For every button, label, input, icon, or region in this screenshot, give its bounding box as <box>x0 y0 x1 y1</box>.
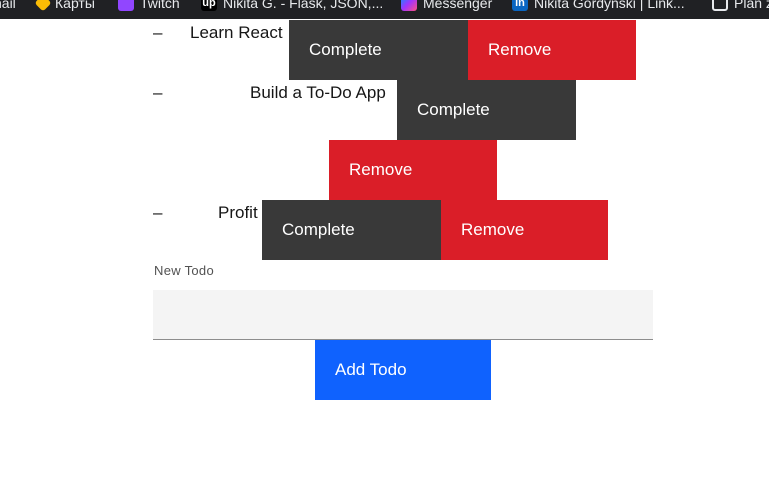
add-todo-button[interactable]: Add Todo <box>315 340 491 400</box>
bookmark-messenger[interactable]: Messenger <box>401 0 492 11</box>
todo-text: Learn React <box>190 23 283 42</box>
remove-button[interactable]: Remove <box>468 20 636 80</box>
bookmark-label: Nikita Gordynski | Link... <box>534 0 685 11</box>
bookmark-label: Nikita G. - Flask, JSON,... <box>223 0 384 11</box>
remove-button[interactable]: Remove <box>329 140 497 200</box>
bookmark-label: Карты <box>55 0 95 11</box>
bookmark-gmail[interactable]: nail <box>0 0 16 11</box>
upwork-icon: up <box>201 0 217 11</box>
complete-button[interactable]: Complete <box>262 200 441 260</box>
bookmark-label: nail <box>0 0 16 11</box>
bookmark-twitch[interactable]: Twitch <box>118 0 180 11</box>
complete-button[interactable]: Complete <box>397 80 576 140</box>
bookmark-label: Plan z <box>734 0 769 11</box>
todo-text: Build a To-Do App <box>250 83 386 102</box>
list-bullet: – <box>153 23 163 42</box>
list-bullet: – <box>153 83 163 102</box>
twitch-icon <box>118 0 134 11</box>
bookmark-plan[interactable]: Plan z <box>712 0 769 11</box>
bookmark-label: Messenger <box>423 0 493 11</box>
complete-button[interactable]: Complete <box>289 20 468 80</box>
bookmarks-bar: nail Карты Twitch up Nikita G. - Flask, … <box>0 0 769 19</box>
remove-button[interactable]: Remove <box>441 200 608 260</box>
bookmark-upwork[interactable]: up Nikita G. - Flask, JSON,... <box>201 0 383 11</box>
todo-text: Profit <box>218 203 258 222</box>
messenger-icon <box>401 0 417 11</box>
linkedin-icon: in <box>512 0 528 11</box>
new-todo-label: New Todo <box>154 263 214 278</box>
globe-icon <box>712 0 728 11</box>
maps-icon <box>34 0 52 12</box>
bookmark-linkedin[interactable]: in Nikita Gordynski | Link... <box>512 0 685 11</box>
list-bullet: – <box>153 203 163 222</box>
bookmark-label: Twitch <box>140 0 180 11</box>
bookmark-maps[interactable]: Карты <box>34 0 95 12</box>
new-todo-input[interactable] <box>153 290 653 340</box>
